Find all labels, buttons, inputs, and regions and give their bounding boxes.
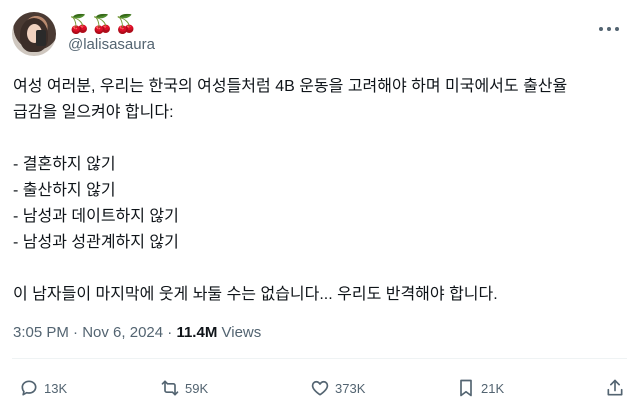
like-button[interactable]: 373K	[310, 376, 365, 400]
like-count: 373K	[335, 380, 366, 396]
tweet-line: 여성 여러분, 우리는 한국의 여성들처럼 4B 운동을 고려해야 하며 미국에…	[13, 78, 568, 95]
tweet-header: 🍒🍒🍒 @lalisasaura	[12, 12, 627, 60]
heart-icon	[311, 380, 329, 396]
retweet-count: 59K	[185, 380, 209, 396]
tweet-time[interactable]: 3:05 PM	[13, 324, 69, 341]
tweet-meta: 3:05 PM · Nov 6, 2024 · 11.4M Views	[13, 324, 261, 341]
avatar-phone	[36, 30, 46, 46]
views-count: 11.4M	[176, 324, 218, 341]
tweet-list-item: - 남성과 데이트하지 않기	[13, 208, 179, 225]
tweet-list-item: - 출산하지 않기	[13, 182, 116, 199]
avatar[interactable]	[12, 12, 56, 56]
retweet-icon	[161, 380, 179, 396]
reply-button[interactable]: 13K	[19, 376, 67, 400]
tweet-text: 여성 여러분, 우리는 한국의 여성들처럼 4B 운동을 고려해야 하며 미국에…	[13, 74, 628, 308]
bookmark-button[interactable]: 21K	[456, 376, 504, 400]
divider	[12, 358, 627, 359]
share-upload-icon	[607, 379, 623, 396]
tweet-list-item: - 결혼하지 않기	[13, 156, 116, 173]
tweet-list-item: - 남성과 성관계하지 않기	[13, 234, 179, 251]
tweet-line: 급감을 일으켜야 합니다:	[13, 104, 174, 121]
bookmark-icon	[460, 379, 472, 397]
action-bar: 13K 59K 373K 21K	[0, 376, 639, 400]
tweet-closing-line: 이 남자들이 마지막에 웃게 놔둘 수는 없습니다... 우리도 반격해야 합니…	[13, 286, 498, 303]
bookmark-count: 21K	[481, 380, 505, 396]
meta-separator: ·	[73, 324, 83, 341]
more-horizontal-icon[interactable]	[597, 16, 621, 40]
retweet-button[interactable]: 59K	[160, 376, 208, 400]
tweet-date[interactable]: Nov 6, 2024	[82, 324, 163, 341]
share-button[interactable]	[605, 376, 625, 400]
reply-count: 13K	[44, 380, 68, 396]
display-name[interactable]: 🍒🍒🍒	[68, 14, 138, 34]
views-label: Views	[221, 324, 262, 341]
user-handle[interactable]: @lalisasaura	[68, 36, 155, 53]
speech-bubble-icon	[21, 380, 37, 396]
